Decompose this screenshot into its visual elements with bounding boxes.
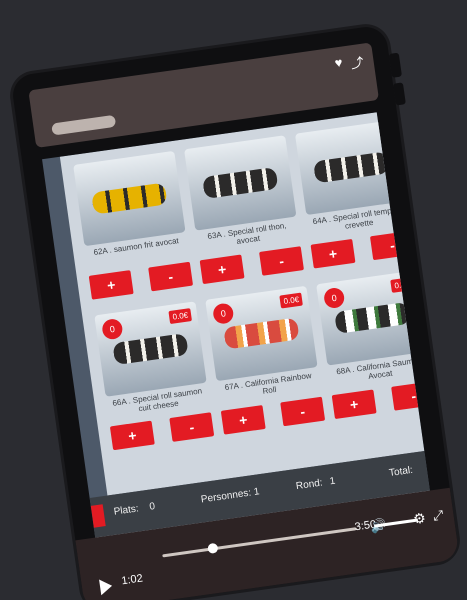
item-photo	[294, 119, 408, 216]
menu-grid: 62A . saumon frit avocat + - 63A . Speci…	[73, 119, 430, 451]
item-photo	[184, 135, 297, 231]
tablet-device: ♥ ⤴ 62A . saumon frit avocat + - 63A . S…	[10, 24, 460, 600]
item-buttons: + -	[199, 246, 304, 285]
device-side-button	[388, 52, 403, 78]
sushi-image	[202, 166, 279, 199]
item-buttons: + -	[88, 261, 194, 300]
price-badge: 0.0€	[279, 292, 303, 309]
ordering-app: 62A . saumon frit avocat + - 63A . Speci…	[59, 112, 430, 496]
total-label: Total:	[388, 464, 414, 480]
rond-label: Rond:	[295, 477, 324, 493]
add-button[interactable]: +	[310, 238, 356, 269]
add-button[interactable]: +	[220, 405, 266, 435]
rond-value: 1	[328, 475, 337, 488]
item-photo	[73, 150, 186, 247]
item-photo: 0 0.0€	[94, 301, 207, 397]
menu-item: 0 0.0€ 66A . Special roll saumon cuit ch…	[94, 301, 215, 451]
menu-item: 64A . Special roll tempura crevette + -	[294, 119, 415, 269]
sushi-image	[91, 182, 168, 215]
menu-item: 63A . Special roll thon, avocat + -	[184, 135, 304, 285]
sushi-image	[223, 317, 300, 350]
status-accent	[90, 504, 106, 528]
add-button[interactable]: +	[88, 270, 134, 300]
heart-icon[interactable]: ♥	[334, 55, 344, 75]
fullscreen-icon[interactable]: ⤢	[432, 507, 445, 524]
video-actions: ♥ ⤴	[334, 52, 365, 75]
menu-item: 0 0.0€ 68A . California Saumon Avocat + …	[316, 270, 430, 420]
plats-value: 0	[148, 501, 156, 513]
progress-bar[interactable]	[162, 527, 357, 558]
sushi-image	[312, 151, 390, 184]
menu-item: 62A . saumon frit avocat + -	[73, 150, 194, 300]
quantity-badge: 0	[322, 286, 346, 310]
progress-knob[interactable]	[207, 542, 219, 554]
device-side-button	[392, 82, 406, 106]
plats-label: Plats:	[113, 503, 140, 518]
quantity-badge: 0	[101, 317, 124, 341]
remove-button[interactable]: -	[259, 246, 304, 276]
video-title-placeholder	[51, 114, 117, 136]
play-icon[interactable]	[99, 577, 114, 596]
add-button[interactable]: +	[109, 420, 155, 451]
item-photo: 0 0.0€	[205, 285, 318, 382]
tablet-screen: 62A . saumon frit avocat + - 63A . Speci…	[42, 112, 430, 538]
item-buttons: + -	[331, 381, 430, 420]
remove-button[interactable]: -	[280, 396, 326, 427]
current-time: 1:02	[120, 572, 144, 588]
personnes-label: Personnes: 1	[200, 486, 261, 506]
quantity-badge: 0	[211, 302, 235, 325]
remove-button[interactable]: -	[169, 412, 215, 442]
video-stage: ♥ ⤴ 62A . saumon frit avocat + - 63A . S…	[0, 0, 467, 600]
price-badge: 0.0€	[390, 276, 414, 293]
share-icon[interactable]: ⤴	[349, 52, 365, 73]
add-button[interactable]: +	[199, 254, 245, 285]
remove-button[interactable]: -	[369, 230, 415, 261]
price-badge: 0.0€	[168, 308, 193, 325]
sushi-image	[112, 333, 189, 366]
menu-item: 0 0.0€ 67A . California Rainbow Roll + -	[205, 285, 326, 435]
item-buttons: + -	[220, 396, 326, 435]
remove-button[interactable]: -	[148, 261, 194, 292]
item-photo: 0 0.0€	[316, 270, 429, 366]
remove-button[interactable]: -	[391, 381, 430, 411]
item-buttons: + -	[109, 412, 215, 451]
gear-icon[interactable]: ⚙	[412, 509, 427, 528]
add-button[interactable]: +	[331, 389, 377, 420]
sushi-image	[334, 301, 411, 334]
item-buttons: + -	[310, 230, 415, 269]
